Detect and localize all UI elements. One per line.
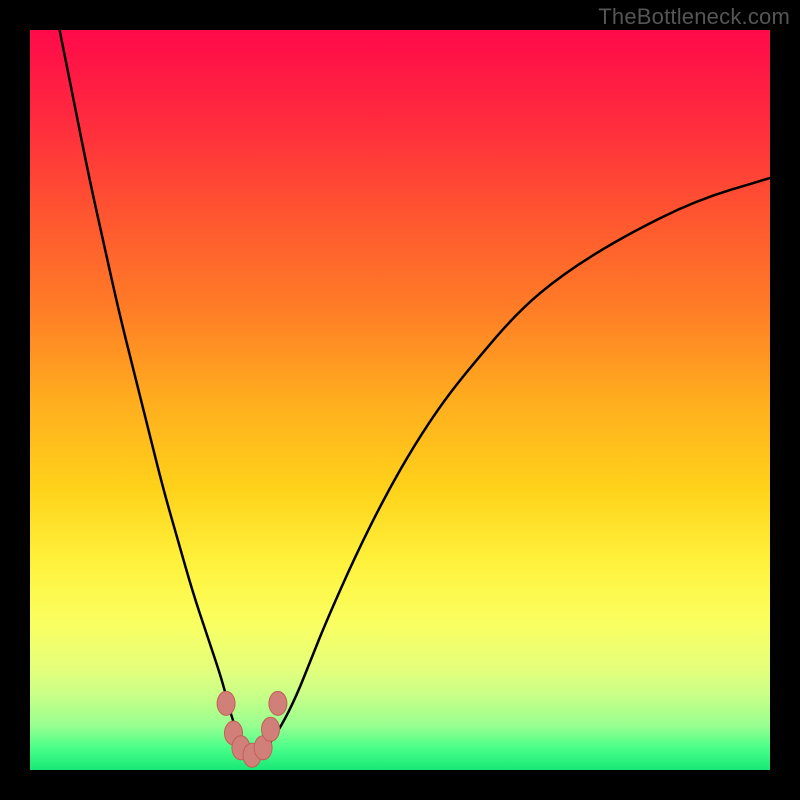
curve-marker [262, 717, 280, 741]
bottleneck-curve [60, 30, 770, 755]
watermark-text: TheBottleneck.com [598, 4, 790, 30]
plot-area [30, 30, 770, 770]
curve-layer [30, 30, 770, 770]
curve-markers [217, 691, 287, 767]
chart-root: TheBottleneck.com [0, 0, 800, 800]
curve-marker [269, 691, 287, 715]
curve-marker [217, 691, 235, 715]
